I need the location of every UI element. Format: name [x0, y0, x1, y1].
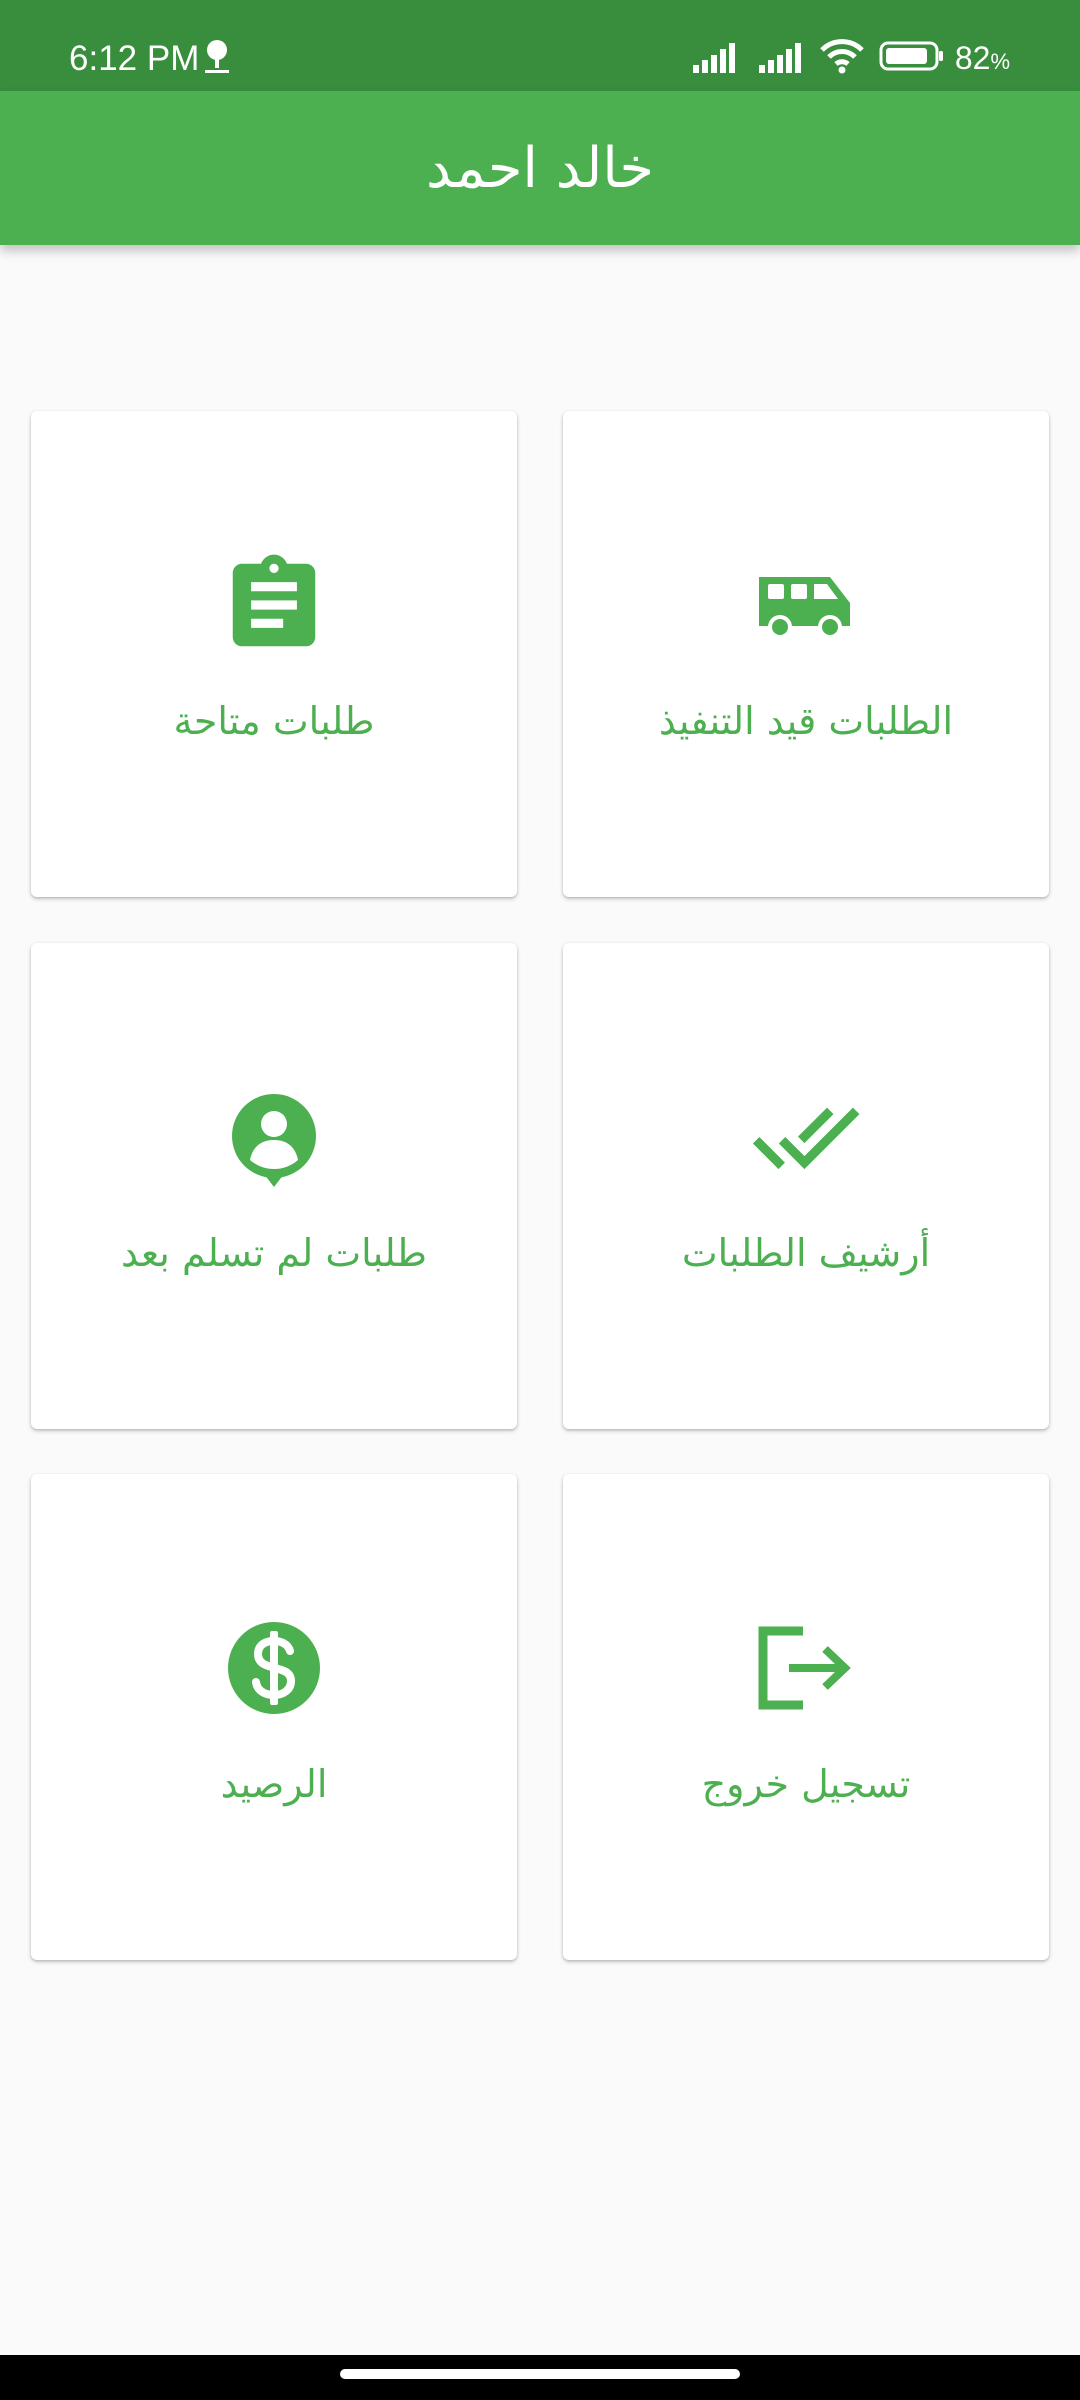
available-orders-card[interactable]: طلبات متاحة: [31, 411, 517, 897]
app-bar: خالد احمد: [0, 91, 1080, 245]
logout-icon: [751, 1613, 861, 1723]
orders-archive-card[interactable]: أرشيف الطلبات: [563, 943, 1049, 1429]
van-icon: [751, 550, 861, 660]
signal-icon: [679, 39, 745, 77]
clipboard-icon: [219, 550, 329, 660]
double-check-icon: [751, 1082, 861, 1192]
battery-icon: [865, 40, 945, 76]
dollar-icon: [219, 1613, 329, 1723]
person-pin-icon: [219, 1082, 329, 1192]
system-nav-bar: [0, 2355, 1080, 2400]
status-time: 6:12 PM: [69, 39, 200, 78]
home-indicator[interactable]: [340, 2369, 740, 2379]
available-orders-label: طلبات متاحة: [173, 699, 375, 743]
orders-not-received-label: طلبات لم تسلم بعد: [121, 1231, 427, 1275]
page-title: خالد احمد: [426, 135, 654, 201]
logout-card[interactable]: تسجيل خروج: [563, 1474, 1049, 1960]
balance-label: الرصيد: [220, 1762, 328, 1806]
status-icons: 82%: [679, 38, 1010, 78]
battery-percent: 82%: [954, 39, 1010, 76]
status-bar: 6:12 PM 82%: [0, 0, 1080, 91]
orders-archive-label: أرشيف الطلبات: [681, 1231, 931, 1275]
balance-card[interactable]: الرصيد: [31, 1474, 517, 1960]
orders-not-received-card[interactable]: طلبات لم تسلم بعد: [31, 943, 517, 1429]
orders-in-progress-card[interactable]: الطلبات قيد التنفيذ: [563, 411, 1049, 897]
signal-icon: [745, 39, 805, 77]
notification-icon: [202, 38, 232, 82]
orders-in-progress-label: الطلبات قيد التنفيذ: [658, 699, 954, 743]
logout-label: تسجيل خروج: [701, 1762, 911, 1806]
wifi-icon: [805, 38, 865, 78]
